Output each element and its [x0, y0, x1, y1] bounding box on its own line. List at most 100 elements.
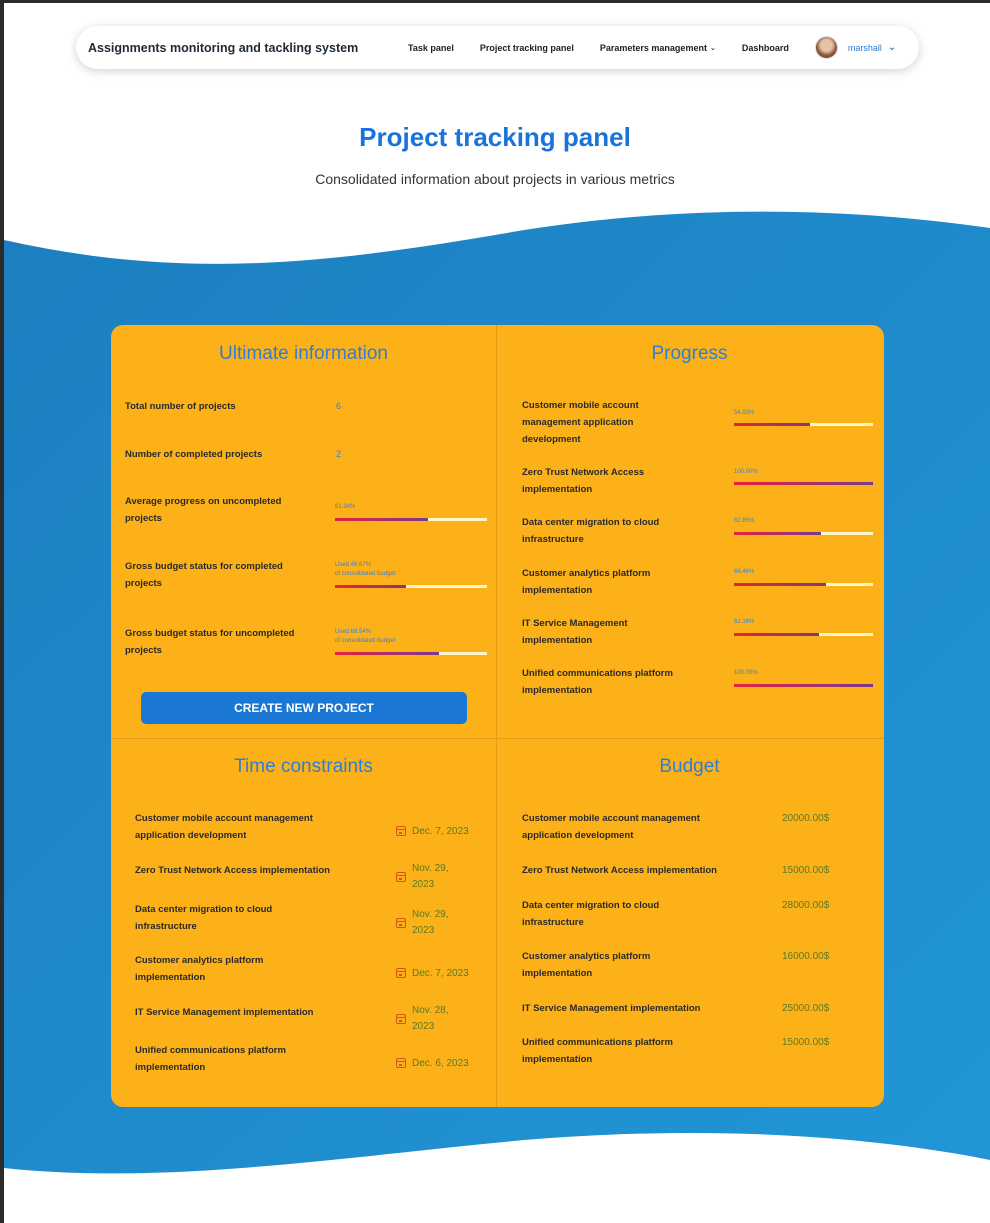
avg-progress-value: 61.34% [335, 504, 356, 510]
progress-item-fill [734, 633, 819, 636]
calendar-icon [396, 968, 406, 978]
progress-item-bar [734, 532, 873, 535]
panel-divider-vertical [496, 325, 497, 1107]
nav-dashboard[interactable]: Dashboard [742, 43, 789, 53]
gross-completed-bar [335, 585, 487, 588]
progress-item-pct: 54.93% [734, 410, 755, 416]
budget-item-name: Data center migration to cloud infrastru… [522, 900, 660, 928]
budget-item-name: Customer mobile account management appli… [522, 813, 700, 841]
page-subtitle: Consolidated information about projects … [315, 171, 675, 187]
calendar-icon [396, 1058, 406, 1068]
time-item-date: Dec. 6, 2023 [396, 1056, 492, 1072]
progress-item-fill [734, 583, 827, 586]
avg-progress-bar [335, 518, 487, 521]
progress-item-name: IT Service Management implementation [522, 618, 628, 646]
total-projects-label: Total number of projects [125, 401, 236, 412]
completed-projects-value: 2 [336, 449, 342, 459]
progress-item-name: Unified communications platform implemen… [522, 668, 673, 696]
budget-item-amount: 15000.00$ [782, 1037, 830, 1048]
completed-projects-label: Number of completed projects [125, 449, 263, 460]
avg-progress-fill [335, 518, 429, 521]
time-item-name: Unified communications platform implemen… [135, 1045, 286, 1073]
date-text: Nov. 28, 2023 [412, 1005, 449, 1032]
time-item-name: Customer mobile account management appli… [135, 813, 313, 841]
gross-uncompleted-note: of consolidated budget [335, 638, 396, 644]
progress-item-fill [734, 423, 811, 426]
progress-item-pct: 66.46% [734, 569, 755, 575]
budget-item-name: Unified communications platform implemen… [522, 1037, 673, 1065]
nav-task-panel[interactable]: Task panel [408, 43, 454, 53]
time-item-name: IT Service Management implementation [135, 1007, 314, 1018]
progress-item-pct: 100.00% [734, 670, 758, 676]
gross-uncompleted-bar [335, 652, 487, 655]
gross-completed-label: Gross budget status for completed projec… [125, 561, 283, 589]
panel-divider-horizontal [111, 738, 884, 739]
date-text: Nov. 29, 2023 [412, 863, 449, 890]
ultimate-title: Ultimate information [219, 343, 388, 364]
date-text: Dec. 6, 2023 [412, 1058, 469, 1069]
budget-title: Budget [659, 756, 720, 777]
tracking-panel: Ultimate information Total number of pro… [111, 325, 884, 1107]
date-text: Dec. 7, 2023 [412, 968, 469, 979]
nav-parameters-management[interactable]: Parameters management ⌄ [600, 43, 716, 53]
user-menu-chevron-icon[interactable]: ⌄ [888, 42, 896, 53]
progress-item-name: Zero Trust Network Access implementation [522, 467, 645, 495]
gross-uncompleted-used: Used 68.54% [335, 629, 372, 635]
calendar-icon [396, 872, 406, 882]
time-item-date: Nov. 29, 2023 [396, 861, 470, 893]
time-item-name: Data center migration to cloud infrastru… [135, 904, 273, 932]
progress-item-bar [734, 583, 873, 586]
budget-item-amount: 20000.00$ [782, 813, 830, 824]
progress-item-name: Data center migration to cloud infrastru… [522, 517, 660, 545]
progress-item-bar [734, 423, 873, 426]
progress-item-name: Customer mobile account management appli… [522, 400, 639, 445]
progress-item-fill [734, 684, 873, 687]
progress-item-fill [734, 482, 873, 485]
budget-item-amount: 25000.00$ [782, 1003, 830, 1014]
progress-title: Progress [651, 343, 728, 364]
progress-item-bar [734, 482, 873, 485]
budget-item-name: Customer analytics platform implementati… [522, 951, 651, 979]
date-text: Dec. 7, 2023 [412, 826, 469, 837]
time-item-name: Zero Trust Network Access implementation [135, 865, 330, 876]
gross-completed-note: of consolidated budget [335, 571, 396, 577]
avg-progress-label: Average progress on uncompleted projects [125, 496, 282, 524]
progress-item-fill [734, 532, 822, 535]
navbar: Assignments monitoring and tackling syst… [76, 26, 919, 69]
date-text: Nov. 29, 2023 [412, 909, 449, 936]
brand-title[interactable]: Assignments monitoring and tackling syst… [88, 41, 408, 55]
budget-item-amount: 16000.00$ [782, 951, 830, 962]
user-name[interactable]: marshall [848, 43, 882, 53]
budget-item-name: IT Service Management implementation [522, 1003, 701, 1014]
progress-item-pct: 100.00% [734, 469, 758, 475]
calendar-icon [396, 918, 406, 928]
nav-project-tracking-panel[interactable]: Project tracking panel [480, 43, 574, 53]
calendar-icon [396, 1014, 406, 1024]
gross-completed-used: Used 46.67% [335, 562, 372, 568]
budget-item-amount: 28000.00$ [782, 900, 830, 911]
create-new-project-button[interactable]: CREATE NEW PROJECT [141, 692, 467, 724]
gross-completed-fill [335, 585, 406, 588]
progress-item-name: Customer analytics platform implementati… [522, 568, 651, 596]
nav-parameters-label: Parameters management [599, 42, 707, 53]
progress-item-pct: 62.85% [734, 518, 755, 524]
progress-item-bar [734, 684, 873, 687]
budget-item-name: Zero Trust Network Access implementation [522, 865, 717, 876]
page-title: Project tracking panel [359, 122, 631, 152]
gross-uncompleted-label: Gross budget status for uncompleted proj… [125, 628, 295, 656]
gross-uncompleted-fill [335, 652, 440, 655]
time-item-date: Dec. 7, 2023 [396, 966, 492, 982]
time-item-date: Dec. 7, 2023 [396, 824, 492, 840]
avatar[interactable] [814, 36, 838, 59]
total-projects-value: 6 [336, 401, 342, 411]
chevron-down-icon: ⌄ [709, 44, 716, 52]
progress-item-pct: 61.16% [734, 619, 755, 625]
budget-item-amount: 15000.00$ [782, 865, 830, 876]
window-frame-top [0, 0, 990, 3]
time-item-name: Customer analytics platform implementati… [135, 955, 264, 983]
time-item-date: Nov. 28, 2023 [396, 1003, 470, 1035]
time-item-date: Nov. 29, 2023 [396, 907, 470, 939]
time-title: Time constraints [234, 756, 373, 777]
progress-item-bar [734, 633, 873, 636]
calendar-icon [396, 826, 406, 836]
